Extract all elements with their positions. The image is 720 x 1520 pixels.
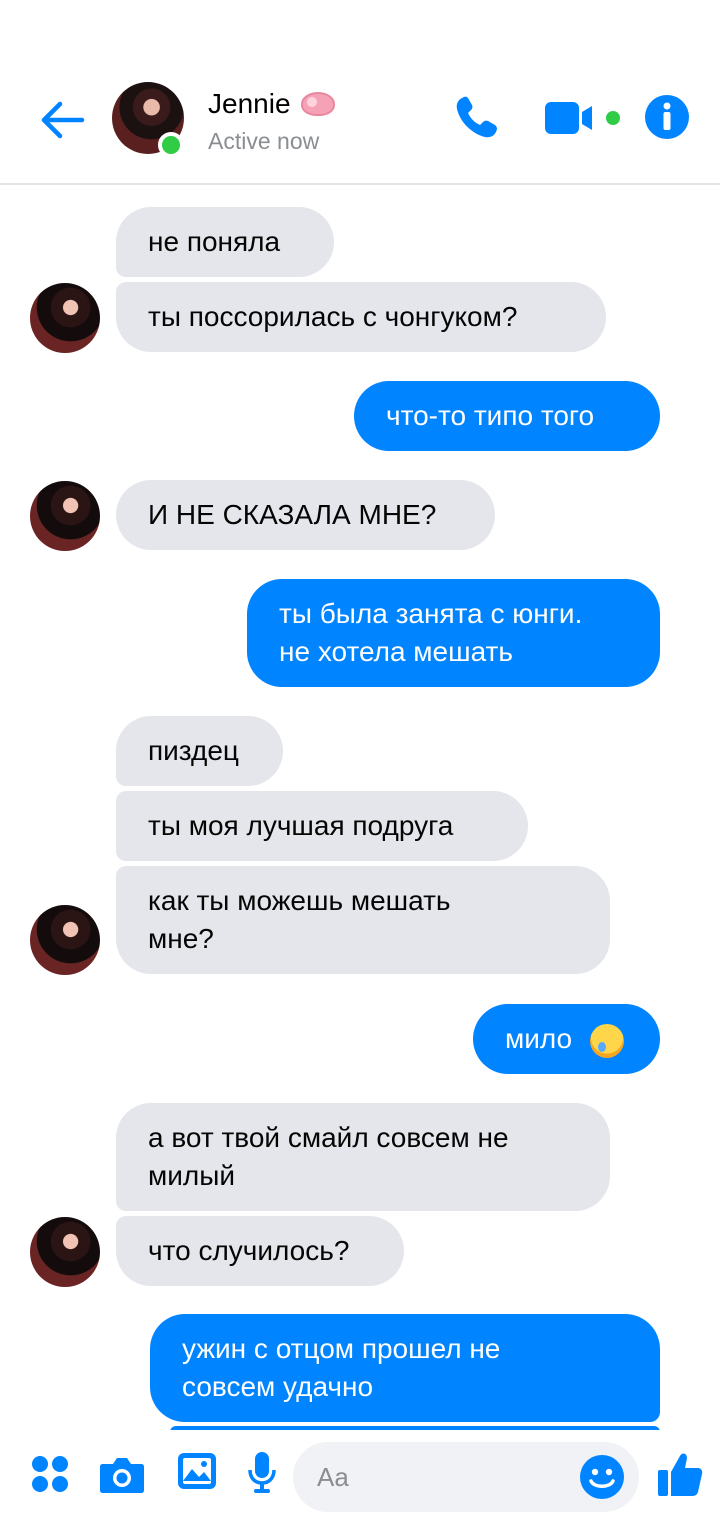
message-bubble-outgoing[interactable]: ужин с отцом прошел не совсем удачно xyxy=(150,1314,660,1422)
active-status: Active now xyxy=(208,128,320,154)
gallery-icon[interactable] xyxy=(176,1450,218,1492)
composer-bar: Aa xyxy=(0,1430,720,1520)
contact-name-text: Jennie xyxy=(208,88,291,119)
message-bubble-incoming[interactable]: как ты можешь мешать мне? xyxy=(116,866,610,974)
chat-header: Jennie Active now xyxy=(0,0,720,185)
message-bubble-incoming[interactable]: И НЕ СКАЗАЛА МНЕ? xyxy=(116,480,495,550)
message-bubble-incoming[interactable]: что случилось? xyxy=(116,1216,404,1286)
sender-avatar[interactable] xyxy=(30,481,100,551)
phone-icon[interactable] xyxy=(452,92,502,142)
message-bubble-outgoing[interactable]: что-то типо того xyxy=(354,381,660,451)
message-bubble-incoming[interactable]: пиздец xyxy=(116,716,283,786)
message-line: ты была занята с юнги. xyxy=(279,598,583,629)
message-line: ужин с отцом прошел не xyxy=(182,1333,501,1364)
sender-avatar[interactable] xyxy=(30,283,100,353)
thumbs-up-icon[interactable] xyxy=(656,1450,704,1498)
sender-avatar[interactable] xyxy=(30,1217,100,1287)
message-line: не хотела мешать xyxy=(279,636,513,667)
sender-avatar[interactable] xyxy=(30,905,100,975)
message-bubble-outgoing[interactable]: мило xyxy=(473,1004,660,1074)
microphone-icon[interactable] xyxy=(247,1450,277,1494)
message-bubble-incoming[interactable]: ты поссорилась с чонгуком? xyxy=(116,282,606,352)
back-arrow-icon[interactable] xyxy=(38,96,86,144)
message-line: а вот твой смайл совсем не xyxy=(148,1122,509,1153)
camera-icon[interactable] xyxy=(99,1454,145,1494)
message-line: милый xyxy=(148,1160,235,1191)
message-line: как ты можешь мешать xyxy=(148,885,451,916)
message-bubble-incoming[interactable]: а вот твой смайл совсем не милый xyxy=(116,1103,610,1211)
message-line: совсем удачно xyxy=(182,1371,374,1402)
message-bubble-incoming[interactable]: не поняла xyxy=(116,207,334,277)
video-camera-icon[interactable] xyxy=(544,100,624,136)
message-line: мне? xyxy=(148,923,214,954)
brain-emoji-icon xyxy=(300,92,335,116)
info-icon[interactable] xyxy=(644,94,690,140)
message-bubble-incoming[interactable]: ты моя лучшая подруга xyxy=(116,791,528,861)
crying-face-emoji-icon xyxy=(589,1023,624,1058)
online-indicator xyxy=(158,132,184,158)
message-input-placeholder: Aa xyxy=(317,1462,349,1492)
contact-name[interactable]: Jennie xyxy=(208,88,335,120)
message-input[interactable]: Aa xyxy=(293,1442,639,1512)
emoji-smile-icon[interactable] xyxy=(579,1454,625,1500)
apps-icon[interactable] xyxy=(30,1454,70,1494)
message-bubble-outgoing[interactable]: ты была занята с юнги. не хотела мешать xyxy=(247,579,660,687)
message-text: мило xyxy=(505,1023,573,1054)
